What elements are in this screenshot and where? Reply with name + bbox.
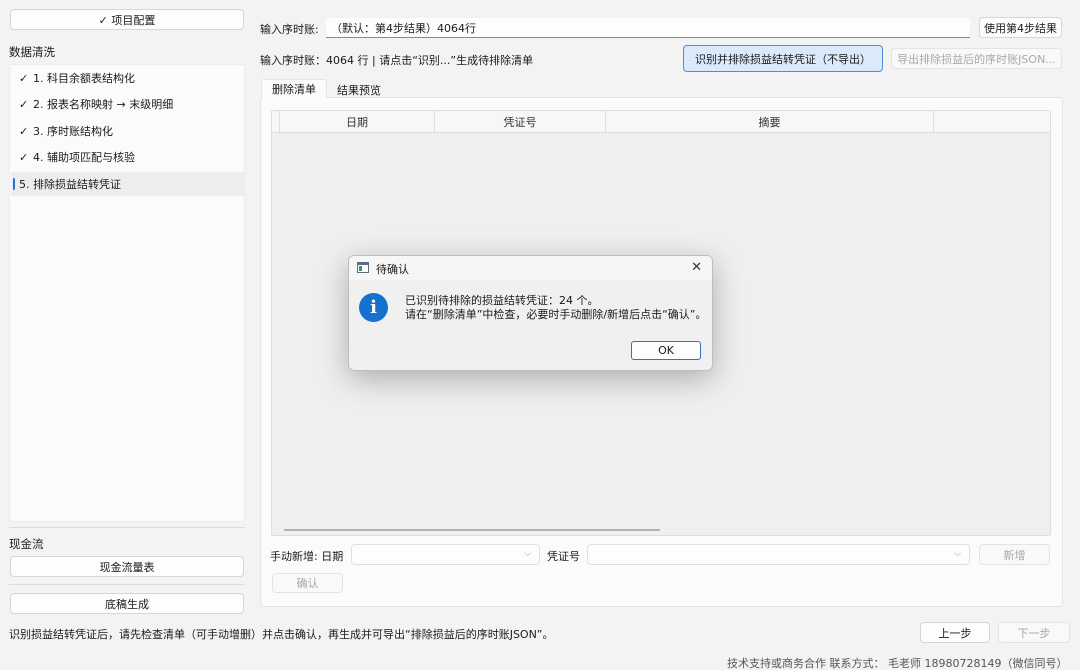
window-app-icon (357, 262, 369, 273)
add-entry-label: 新增 (1003, 548, 1026, 562)
dialog-message-line2: 请在“删除清单”中检查，必要时手动删除/新增后点击“确认”。 (405, 308, 707, 321)
confirm-dialog: 待确认 ✕ i 已识别待排除的损益结转凭证：24 个。 请在“删除清单”中检查，… (348, 255, 713, 371)
cashflow-button-label: 现金流量表 (99, 560, 155, 574)
manual-add-label: 手动新增: 日期 (270, 550, 344, 563)
sidebar-divider (9, 584, 245, 585)
check-icon: ✓ (19, 97, 29, 111)
column-header-label: 日期 (346, 115, 368, 129)
voucher-label: 凭证号 (547, 550, 580, 563)
cleaning-step-list: ✓ 1. 科目余额表结构化 ✓ 2. 报表名称映射 → 末级明细 ✓ 3. 序时… (9, 64, 245, 522)
input-journal-label: 输入序时账: (260, 23, 319, 36)
column-header-filler (934, 111, 1050, 133)
nav-item-step3[interactable]: ✓ 3. 序时账结构化 (11, 119, 245, 143)
nav-item-step1[interactable]: ✓ 1. 科目余额表结构化 (11, 66, 245, 90)
ok-button[interactable]: OK (631, 341, 701, 360)
contact-info: 技术支持或商务合作 联系方式： 毛老师 18980728149（微信同号） (727, 657, 1068, 670)
column-header-summary[interactable]: 摘要 (606, 111, 934, 133)
nav-item-label: 3. 序时账结构化 (33, 125, 113, 138)
check-icon: ✓ (19, 124, 29, 138)
project-config-button[interactable]: ✓ 项目配置 (10, 9, 244, 30)
cashflow-button[interactable]: 现金流量表 (10, 556, 244, 577)
confirm-label: 确认 (296, 577, 319, 590)
next-step-button[interactable]: 下一步 (998, 622, 1070, 643)
add-entry-button[interactable]: 新增 (979, 544, 1050, 565)
prev-step-label: 上一步 (938, 626, 972, 640)
input-journal-value: （默认：第4步结果）4064行 (331, 21, 476, 35)
tab-result-preview[interactable]: 结果预览 (327, 80, 391, 99)
draft-generate-button[interactable]: 底稿生成 (10, 593, 244, 614)
nav-item-step2[interactable]: ✓ 2. 报表名称映射 → 末级明细 (11, 92, 245, 116)
nav-item-step5[interactable]: 5. 排除损益结转凭证 (11, 172, 245, 196)
tab-label: 删除清单 (272, 83, 316, 96)
footer-hint: 识别损益结转凭证后，请先检查清单（可手动增删）并点击确认，再生成并可导出“排除损… (9, 628, 554, 641)
date-combo[interactable]: ⌵ (351, 544, 540, 565)
table-corner (272, 111, 280, 133)
nav-item-label: 5. 排除损益结转凭证 (19, 178, 121, 191)
column-header-date[interactable]: 日期 (280, 111, 435, 133)
status-text: 输入序时账：4064 行 | 请点击“识别...”生成待排除清单 (260, 54, 534, 67)
close-icon[interactable]: ✕ (691, 260, 702, 275)
draft-generate-label: 底稿生成 (105, 597, 149, 611)
sidebar-divider (9, 527, 245, 528)
export-json-button[interactable]: 导出排除损益后的序时账JSON... (891, 48, 1062, 69)
input-journal-field[interactable]: （默认：第4步结果）4064行 (326, 18, 970, 38)
chevron-down-icon: ⌵ (954, 549, 961, 559)
section-title-cleaning: 数据清洗 (9, 45, 55, 59)
project-config-label: ✓ 项目配置 (98, 13, 156, 27)
horizontal-scrollbar[interactable] (284, 529, 660, 531)
nav-item-label: 1. 科目余额表结构化 (33, 72, 135, 85)
use-step4-label: 使用第4步结果 (984, 21, 1057, 35)
prev-step-button[interactable]: 上一步 (920, 622, 990, 643)
ok-label: OK (658, 344, 674, 357)
nav-item-label: 2. 报表名称映射 → 末级明细 (33, 98, 174, 111)
nav-item-label: 4. 辅助项匹配与核验 (33, 151, 135, 164)
nav-item-step4[interactable]: ✓ 4. 辅助项匹配与核验 (11, 145, 245, 169)
dialog-titlebar[interactable]: 待确认 ✕ (349, 256, 712, 280)
confirm-button[interactable]: 确认 (272, 573, 343, 593)
tab-delete-list[interactable]: 删除清单 (261, 79, 327, 99)
tab-label: 结果预览 (337, 83, 381, 97)
section-title-cashflow: 现金流 (9, 537, 44, 551)
column-header-label: 摘要 (758, 115, 781, 129)
column-header-voucher[interactable]: 凭证号 (435, 111, 606, 133)
check-icon: ✓ (19, 150, 29, 164)
column-header-label: 凭证号 (503, 115, 537, 129)
use-step4-result-button[interactable]: 使用第4步结果 (979, 17, 1062, 38)
check-icon: ✓ (19, 71, 29, 85)
chevron-down-icon: ⌵ (524, 549, 531, 559)
export-json-label: 导出排除损益后的序时账JSON... (897, 52, 1056, 66)
next-step-label: 下一步 (1017, 626, 1051, 640)
identify-exclude-button[interactable]: 识别并排除损益结转凭证（不导出） (683, 45, 883, 72)
voucher-combo[interactable]: ⌵ (587, 544, 970, 565)
info-icon: i (359, 293, 388, 322)
dialog-title: 待确认 (376, 263, 409, 276)
identify-exclude-label: 识别并排除损益结转凭证（不导出） (695, 52, 871, 66)
